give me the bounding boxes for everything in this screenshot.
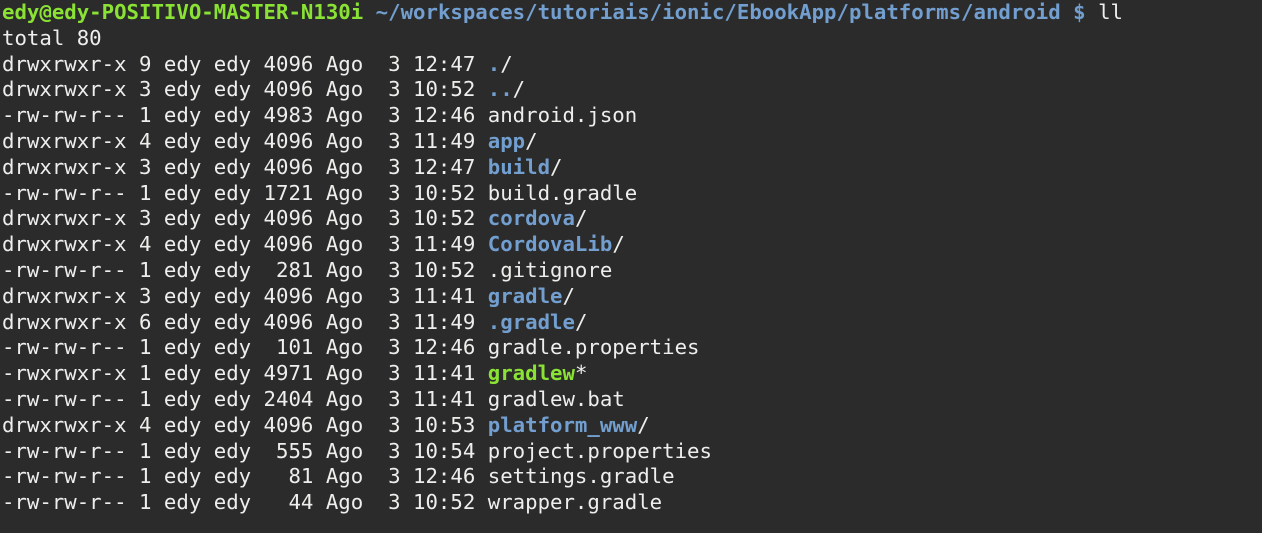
entry-name: settings.gradle xyxy=(487,464,675,489)
entry-metadata: drwxrwxr-x 4 edy edy 4096 Ago 3 11:49 xyxy=(2,128,488,153)
entry-type-suffix: / xyxy=(612,232,625,257)
listing-row: drwxrwxr-x 9 edy edy 4096 Ago 3 12:47 ./ xyxy=(2,52,1262,78)
entry-metadata: -rw-rw-r-- 1 edy edy 1721 Ago 3 10:52 xyxy=(2,180,488,205)
listing-row: -rw-rw-r-- 1 edy edy 81 Ago 3 12:46 sett… xyxy=(2,464,1262,490)
entry-type-suffix: * xyxy=(574,361,588,386)
listing-row: -rw-rw-r-- 1 edy edy 2404 Ago 3 11:41 gr… xyxy=(2,387,1262,413)
entry-type-suffix: / xyxy=(574,206,588,231)
entry-type-suffix: / xyxy=(574,309,588,334)
listing-row: drwxrwxr-x 3 edy edy 4096 Ago 3 12:47 bu… xyxy=(2,155,1262,181)
entry-type-suffix: / xyxy=(512,77,526,102)
listing-row: drwxrwxr-x 4 edy edy 4096 Ago 3 11:49 ap… xyxy=(2,129,1262,155)
entry-metadata: drwxrwxr-x 4 edy edy 4096 Ago 3 10:53 xyxy=(2,412,488,437)
command-text: ll xyxy=(1098,0,1123,24)
entry-type-suffix: / xyxy=(637,412,650,437)
listing-row: -rw-rw-r-- 1 edy edy 101 Ago 3 12:46 gra… xyxy=(2,335,1262,361)
entry-name: . xyxy=(487,51,501,76)
entry-name: app xyxy=(487,128,526,153)
entry-name: wrapper.gradle xyxy=(487,490,663,515)
entry-name: android.json xyxy=(487,103,638,128)
listing-row: -rw-rw-r-- 1 edy edy 281 Ago 3 10:52 .gi… xyxy=(2,258,1262,284)
entry-metadata: -rw-rw-r-- 1 edy edy 81 Ago 3 12:46 xyxy=(2,464,488,489)
entry-name: CordovaLib xyxy=(487,232,613,257)
listing-row: -rw-rw-r-- 1 edy edy 4983 Ago 3 12:46 an… xyxy=(2,103,1262,129)
entry-metadata: -rwxrwxr-x 1 edy edy 4971 Ago 3 11:41 xyxy=(2,361,488,386)
listing-row: -rw-rw-r-- 1 edy edy 1721 Ago 3 10:52 bu… xyxy=(2,181,1262,207)
entry-metadata: drwxrwxr-x 3 edy edy 4096 Ago 3 10:52 xyxy=(2,77,488,102)
entry-type-suffix: / xyxy=(562,283,575,308)
listing-row: -rw-rw-r-- 1 edy edy 44 Ago 3 10:52 wrap… xyxy=(2,490,1262,516)
entry-name: gradlew.bat xyxy=(487,386,625,411)
total-line: total 80 xyxy=(2,25,102,50)
entry-metadata: -rw-rw-r-- 1 edy edy 281 Ago 3 10:52 xyxy=(2,257,488,282)
listing-row: -rw-rw-r-- 1 edy edy 555 Ago 3 10:54 pro… xyxy=(2,439,1262,465)
entry-name: cordova xyxy=(487,206,575,231)
listing-row: drwxrwxr-x 6 edy edy 4096 Ago 3 11:49 .g… xyxy=(2,310,1262,336)
entry-name: platform_www xyxy=(487,412,638,437)
prompt-line: edy@edy-POSITIVO-MASTER-N130i ~/workspac… xyxy=(2,0,1262,26)
entry-metadata: -rw-rw-r-- 1 edy edy 4983 Ago 3 12:46 xyxy=(2,103,488,128)
entry-type-suffix: / xyxy=(550,154,563,179)
entry-name: project.properties xyxy=(487,438,712,463)
entry-name: .. xyxy=(487,77,513,102)
entry-metadata: drwxrwxr-x 9 edy edy 4096 Ago 3 12:47 xyxy=(2,51,488,76)
entry-metadata: -rw-rw-r-- 1 edy edy 101 Ago 3 12:46 xyxy=(2,335,488,360)
entry-name: .gradle xyxy=(487,309,575,334)
entry-name: .gitignore xyxy=(487,257,613,282)
entry-metadata: -rw-rw-r-- 1 edy edy 555 Ago 3 10:54 xyxy=(2,438,488,463)
entry-type-suffix: / xyxy=(500,51,513,76)
terminal-window[interactable]: edy@edy-POSITIVO-MASTER-N130i ~/workspac… xyxy=(0,0,1262,533)
entry-name: build.gradle xyxy=(487,180,638,205)
entry-metadata: drwxrwxr-x 3 edy edy 4096 Ago 3 12:47 xyxy=(2,154,488,179)
prompt-user-host: edy@edy-POSITIVO-MASTER-N130i xyxy=(2,0,364,24)
entry-name: gradle xyxy=(487,283,563,308)
entry-type-suffix: / xyxy=(525,128,538,153)
listing-row: drwxrwxr-x 4 edy edy 4096 Ago 3 11:49 Co… xyxy=(2,232,1262,258)
listing-row: -rwxrwxr-x 1 edy edy 4971 Ago 3 11:41 gr… xyxy=(2,361,1262,387)
entry-metadata: -rw-rw-r-- 1 edy edy 2404 Ago 3 11:41 xyxy=(2,386,488,411)
listing-row: drwxrwxr-x 3 edy edy 4096 Ago 3 10:52 co… xyxy=(2,206,1262,232)
entry-metadata: drwxrwxr-x 4 edy edy 4096 Ago 3 11:49 xyxy=(2,232,488,257)
listing-row: drwxrwxr-x 4 edy edy 4096 Ago 3 10:53 pl… xyxy=(2,413,1262,439)
entry-metadata: drwxrwxr-x 3 edy edy 4096 Ago 3 11:41 xyxy=(2,283,488,308)
directory-listing: drwxrwxr-x 9 edy edy 4096 Ago 3 12:47 ./… xyxy=(2,52,1262,516)
prompt-path: ~/workspaces/tutoriais/ionic/EbookApp/pl… xyxy=(375,0,1086,24)
entry-name: build xyxy=(487,154,551,179)
listing-row: drwxrwxr-x 3 edy edy 4096 Ago 3 11:41 gr… xyxy=(2,284,1262,310)
entry-name: gradle.properties xyxy=(487,335,700,360)
entry-metadata: drwxrwxr-x 6 edy edy 4096 Ago 3 11:49 xyxy=(2,309,488,334)
listing-row: drwxrwxr-x 3 edy edy 4096 Ago 3 10:52 ..… xyxy=(2,77,1262,103)
entry-name: gradlew xyxy=(487,361,575,386)
entry-metadata: -rw-rw-r-- 1 edy edy 44 Ago 3 10:52 xyxy=(2,490,488,515)
entry-metadata: drwxrwxr-x 3 edy edy 4096 Ago 3 10:52 xyxy=(2,206,488,231)
